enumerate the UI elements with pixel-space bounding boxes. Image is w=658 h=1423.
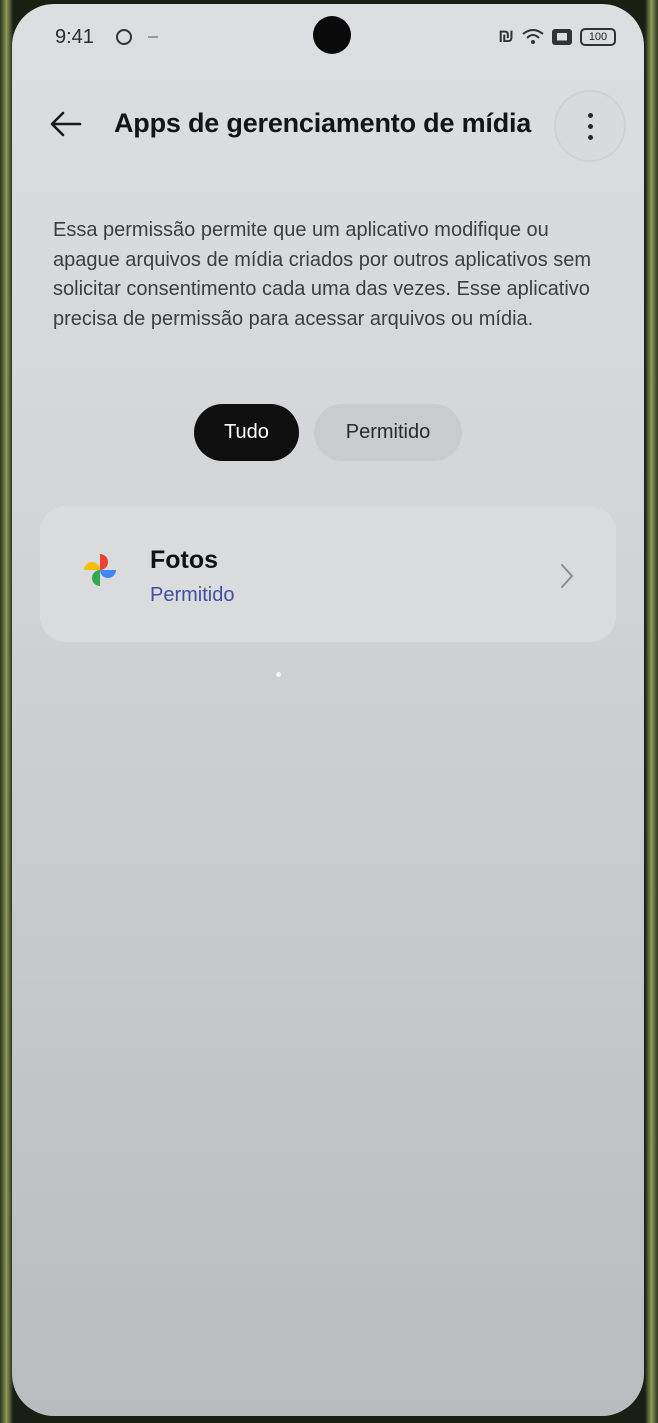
more-options-button[interactable] (556, 92, 624, 160)
arrow-left-icon[interactable] (48, 106, 84, 142)
filter-chip-all[interactable]: Tudo (194, 404, 299, 461)
wifi-icon (522, 28, 544, 44)
page-title: Apps de gerenciamento de mídia (114, 108, 532, 138)
app-bar: Apps de gerenciamento de mídia (12, 90, 644, 160)
permission-description: Essa permissão permite que um aplicativo… (53, 219, 592, 330)
app-list-item[interactable]: Fotos Permitido (40, 506, 616, 642)
nfc-icon: ₪ (498, 26, 514, 46)
app-permission-status: Permitido (150, 584, 235, 606)
more-vertical-icon (587, 112, 593, 118)
google-photos-icon (84, 554, 116, 586)
status-icons: ₪ 100 (498, 26, 616, 47)
sim-off-icon (552, 28, 572, 45)
app-name: Fotos (150, 546, 219, 574)
alarm-icon (116, 29, 132, 45)
device-frame: 9:41 ₪ 100 Apps de gerenciamento de mídi… (0, 0, 658, 1423)
status-time: 9:41 (55, 26, 94, 48)
screen: 9:41 ₪ 100 Apps de gerenciamento de mídi… (12, 4, 644, 1416)
front-camera (313, 16, 351, 54)
touch-indicator (276, 672, 281, 677)
chevron-right-icon (561, 564, 574, 588)
status-bar: 9:41 ₪ 100 (12, 4, 644, 64)
notification-dash-icon (148, 36, 158, 38)
battery-icon: 100 (580, 27, 616, 46)
filter-chip-allowed[interactable]: Permitido (314, 404, 462, 461)
filter-chips: Tudo Permitido (12, 404, 644, 464)
